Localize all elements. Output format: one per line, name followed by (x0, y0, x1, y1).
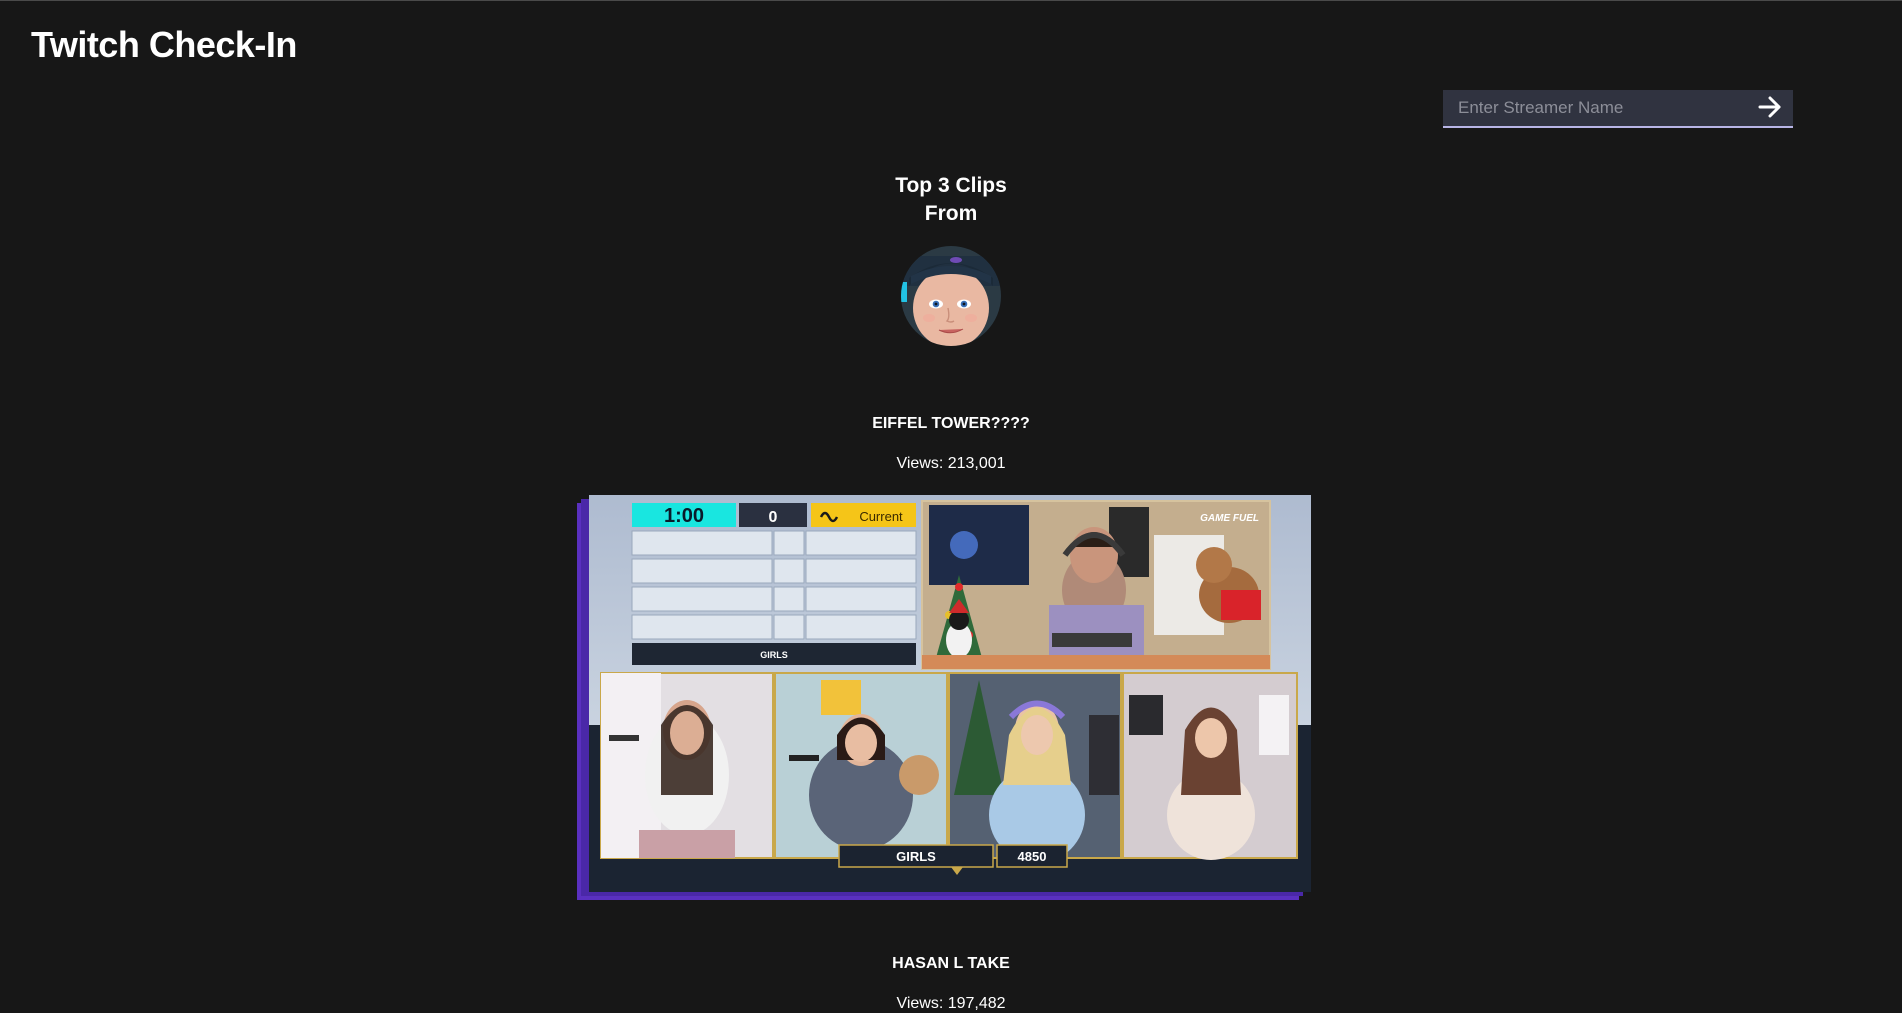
search-submit-button[interactable] (1755, 94, 1785, 122)
clip-views: Views: 213,001 (896, 455, 1006, 472)
avatar-image (901, 246, 1001, 346)
clip-thumbnail-image: 1:00 0 Current GIRLS GAME FUEL GIRLS 485… (589, 495, 1311, 892)
thumbnail-score-box: 0 (769, 509, 778, 526)
streamer-avatar (901, 246, 1001, 346)
clip-title: HASAN L TAKE (892, 955, 1010, 972)
top-border (0, 0, 1902, 1)
thumbnail-current-label: Current (859, 509, 903, 524)
thumbnail-team-label: GIRLS (896, 849, 936, 864)
thumbnail-timer: 1:00 (664, 505, 704, 527)
section-heading-line1: Top 3 Clips (895, 174, 1007, 197)
clip-title: EIFFEL TOWER???? (872, 415, 1030, 432)
thumbnail-team-score: 4850 (1018, 849, 1047, 864)
clip-thumbnail[interactable]: 1:00 0 Current GIRLS GAME FUEL GIRLS 485… (577, 495, 1311, 900)
arrow-right-icon (1758, 96, 1781, 118)
search-box (1443, 90, 1793, 128)
clip-views: Views: 197,482 (896, 995, 1006, 1012)
section-heading-line2: From (924, 202, 978, 225)
thumbnail-watermark: GAME FUEL (1200, 513, 1259, 524)
section-heading: Top 3 Clips From (851, 172, 1051, 228)
streamer-search-input[interactable] (1443, 90, 1758, 126)
app-title: Twitch Check-In (31, 24, 297, 65)
thumbnail-board-label: GIRLS (760, 650, 788, 660)
